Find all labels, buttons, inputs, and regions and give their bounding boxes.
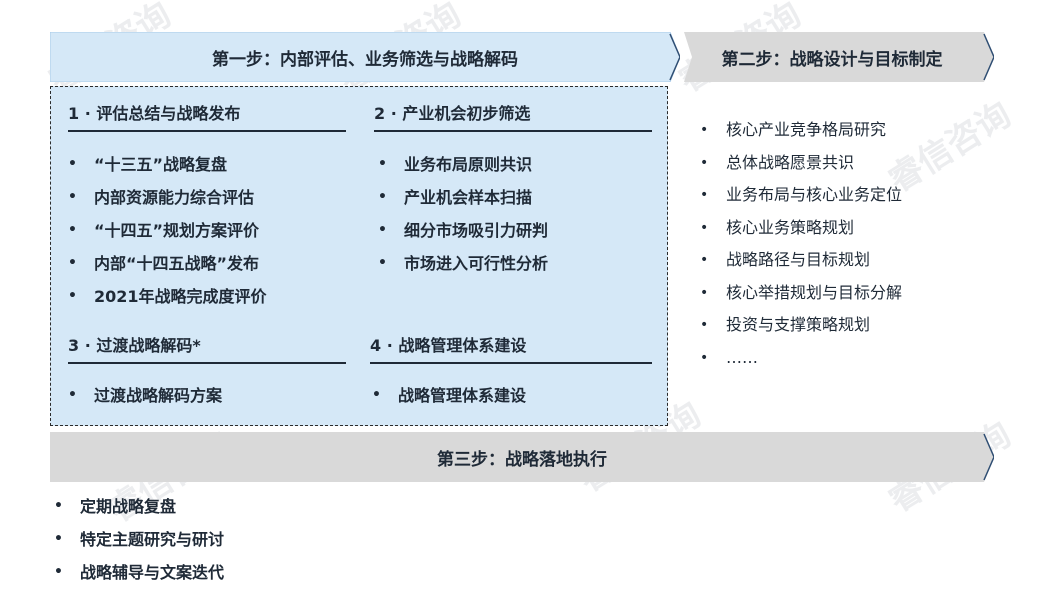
section-4-list: • 战略管理体系建设	[368, 379, 526, 412]
step3-title: 第三步：战略落地执行	[437, 449, 607, 470]
list-item: • 定期战略复盘	[54, 497, 177, 516]
list-item: • “十四五”规划方案评价	[68, 221, 260, 240]
step1-banner: 第一步：内部评估、业务筛选与战略解码	[50, 32, 680, 82]
section-1-list: • “十三五”战略复盘 • 内部资源能力综合评估 • “十四五”规划方案评价 • 内部“…	[64, 148, 267, 313]
list-item: • 总体战略愿景共识	[700, 152, 855, 172]
step3-list: • 定期战略复盘 • 特定主题研究与研讨 • 战略辅导与文案迭代	[50, 490, 224, 589]
section-2-list: • 业务布局原则共识 • 产业机会样本扫描 • 细分市场吸引力研判 • 市场进入可行性分…	[374, 148, 548, 280]
list-item: • 市场进入可行性分析	[378, 254, 549, 273]
list-item: • 核心产业竞争格局研究	[700, 120, 887, 139]
list-item: • 内部资源能力综合评估	[68, 188, 255, 207]
section-1-title: 1 · 评估总结与战略发布	[68, 100, 346, 132]
section-2-title: 2 · 产业机会初步筛选	[374, 100, 652, 132]
list-item: • 2021年战略完成度评价	[68, 287, 267, 306]
step2-list: • 核心产业竞争格局研究 • 总体战略愿景共识 • 业务布局与核心业务定位 • 核心业务…	[696, 114, 902, 374]
step2-banner: 第二步：战略设计与目标制定	[684, 32, 994, 82]
section-4-title: 4 · 战略管理体系建设	[370, 332, 652, 364]
list-item: • 战略管理体系建设	[372, 386, 527, 405]
list-item: • 细分市场吸引力研判	[378, 221, 549, 240]
list-item: • 业务布局与核心业务定位	[700, 185, 903, 204]
step3-banner: 第三步：战略落地执行	[50, 432, 994, 482]
list-item: • 核心举措规划与目标分解	[700, 282, 903, 302]
list-item: • 投资与支撑策略规划	[700, 315, 871, 334]
list-item: • 战略辅导与文案迭代	[54, 563, 225, 582]
list-item: • 产业机会样本扫描	[378, 188, 533, 207]
list-item: • 战略路径与目标规划	[700, 250, 871, 269]
step2-title: 第二步：战略设计与目标制定	[721, 49, 943, 70]
list-item: • 特定主题研究与研讨	[54, 530, 225, 549]
list-item: • “十三五”战略复盘	[68, 155, 228, 174]
section-3-list: • 过渡战略解码方案	[64, 379, 222, 412]
list-item: •……	[700, 347, 758, 367]
step1-title: 第一步：内部评估、业务筛选与战略解码	[212, 49, 518, 70]
list-item: • 过渡战略解码方案	[68, 386, 223, 405]
list-item: • 内部“十四五战略”发布	[68, 254, 260, 273]
section-3-title: 3 · 过渡战略解码*	[68, 332, 346, 364]
list-item: • 业务布局原则共识	[378, 155, 533, 174]
list-item: • 核心业务策略规划	[700, 217, 855, 237]
